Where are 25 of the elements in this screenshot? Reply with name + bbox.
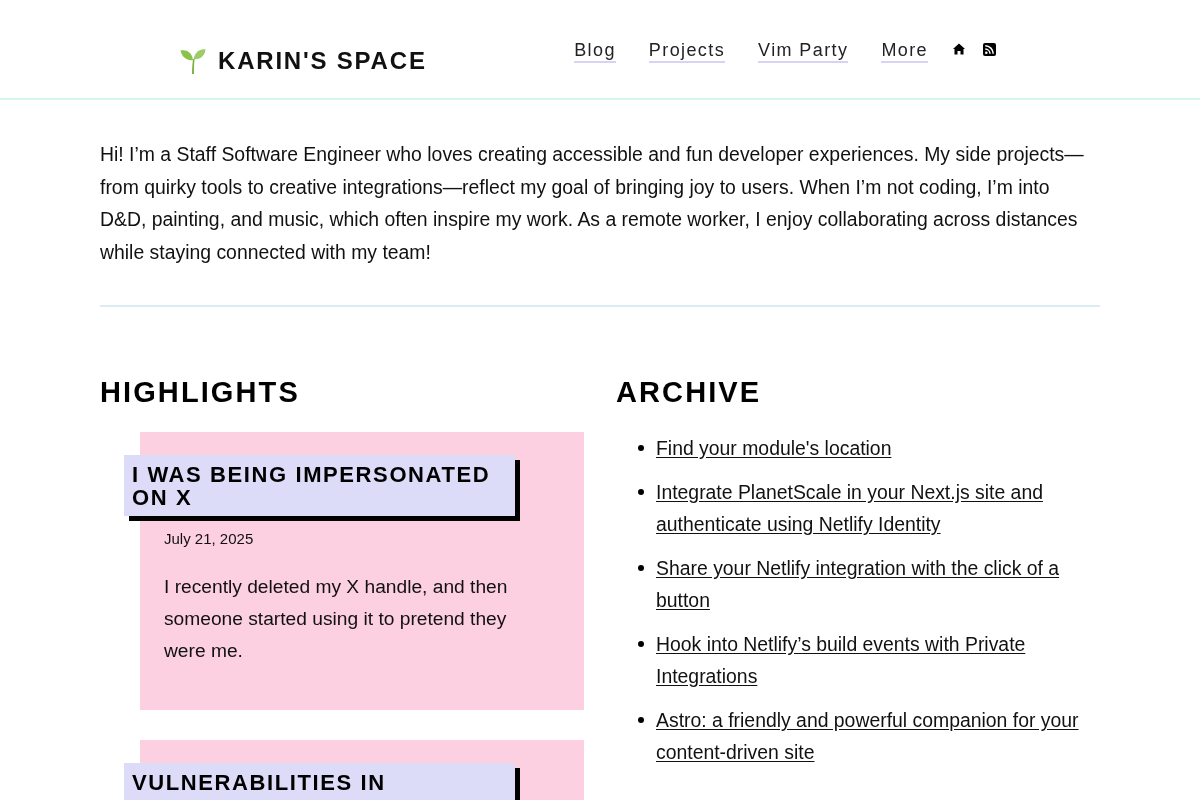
rss-icon[interactable] [983,42,996,56]
bullet-icon [638,565,644,571]
bullet-icon [638,641,644,647]
post-summary: I recently deleted my X handle, and then someone started using it to pretend they were me. [164,575,509,663]
archive-link[interactable]: Find your module's location [656,432,892,464]
intro-paragraph: Hi! I’m a Staff Software Engineer who loves creating accessible and fun developer experiences. My side projects—from quirky tools to creative integrations—reflect my goal of bringing joy to users. When I’m not coding, I’m into D&D, painting, and music, which often inspire my work. As a remote worker, I enjoy collaborating across distances while staying connected with my team! [100,142,1085,265]
post-title[interactable]: VULNERABILITIES IN [124,763,520,800]
post-title[interactable]: I WAS BEING IMPERSONATED ON X [124,455,520,521]
nav-link[interactable]: Projects [648,39,726,63]
archive-link[interactable]: Share your Netlify integration with the click of a button [656,552,1100,616]
sprout-icon [180,47,206,75]
archive-link[interactable]: Hook into Netlify’s build events with Private Integrations [656,628,1100,692]
bullet-icon [638,489,644,495]
site-title[interactable]: KARIN'S SPACE [218,47,427,75]
archive-link[interactable]: Integrate PlanetScale in your Next.js site and authenticate using Netlify Identity [656,476,1100,540]
section-heading: HIGHLIGHTS [100,375,301,409]
post-date: July 21, 2025 [164,529,255,549]
archive-link[interactable]: Astro: a friendly and powerful companion for your content-driven site [656,704,1100,768]
nav-link[interactable]: Vim Party [758,39,849,63]
section-heading: ARCHIVE [616,375,763,409]
bullet-icon [638,445,644,451]
home-icon[interactable] [953,43,965,55]
nav-link[interactable]: More [881,39,928,63]
nav-link[interactable]: Blog [574,39,616,63]
bullet-icon [638,717,644,723]
